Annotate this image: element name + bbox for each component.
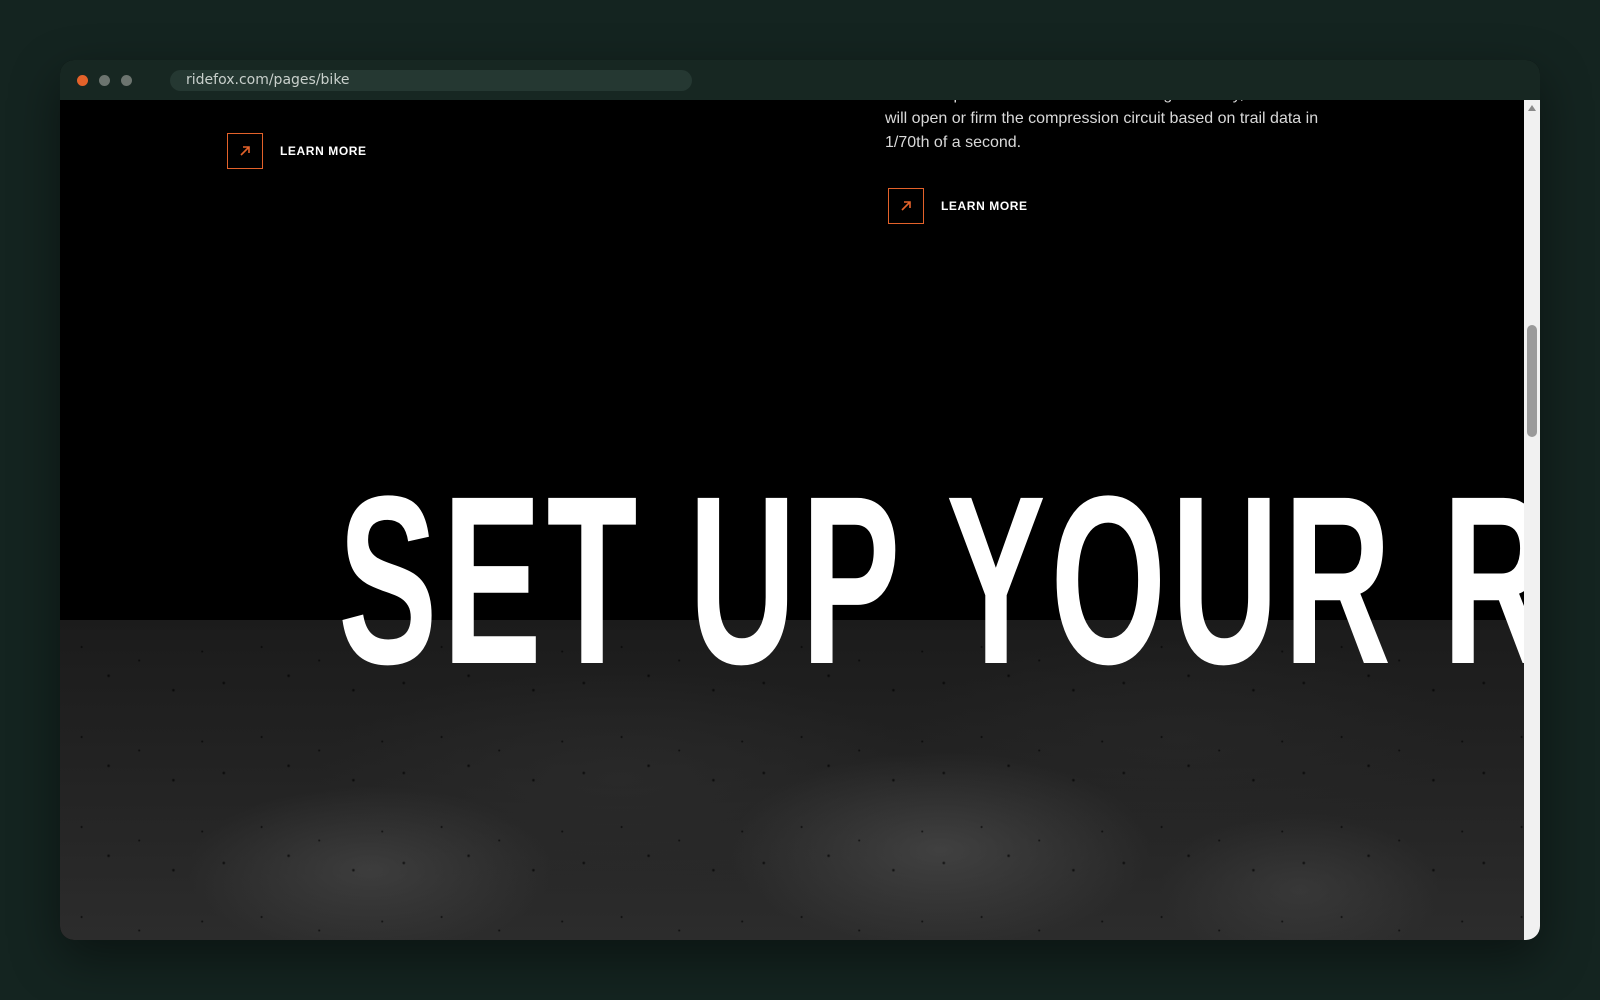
browser-titlebar: ridefox.com/pages/bike [60, 60, 1540, 100]
learn-more-label: LEARN MORE [941, 199, 1028, 213]
arrow-up-right-icon [888, 188, 924, 224]
scrollbar-thumb[interactable] [1527, 325, 1537, 437]
learn-more-link-left[interactable]: LEARN MORE [227, 133, 367, 169]
page-scrollbar[interactable] [1524, 100, 1540, 940]
maximize-window-button[interactable] [121, 75, 132, 86]
minimize-window-button[interactable] [99, 75, 110, 86]
browser-window: ridefox.com/pages/bike LEARN MORE fade-f… [60, 60, 1540, 940]
arrow-up-right-icon [227, 133, 263, 169]
address-bar[interactable]: ridefox.com/pages/bike [170, 70, 692, 91]
page-viewport: LEARN MORE fade-free performance and cla… [60, 100, 1524, 940]
chevron-up-icon[interactable] [1528, 105, 1536, 111]
hero-headline: SET UP YOUR RIDE [338, 446, 1524, 714]
controller-description: fade-free performance and class-leading … [885, 100, 1345, 151]
learn-more-link-right[interactable]: LEARN MORE [888, 188, 1028, 224]
close-window-button[interactable] [77, 75, 88, 86]
learn-more-label: LEARN MORE [280, 144, 367, 158]
